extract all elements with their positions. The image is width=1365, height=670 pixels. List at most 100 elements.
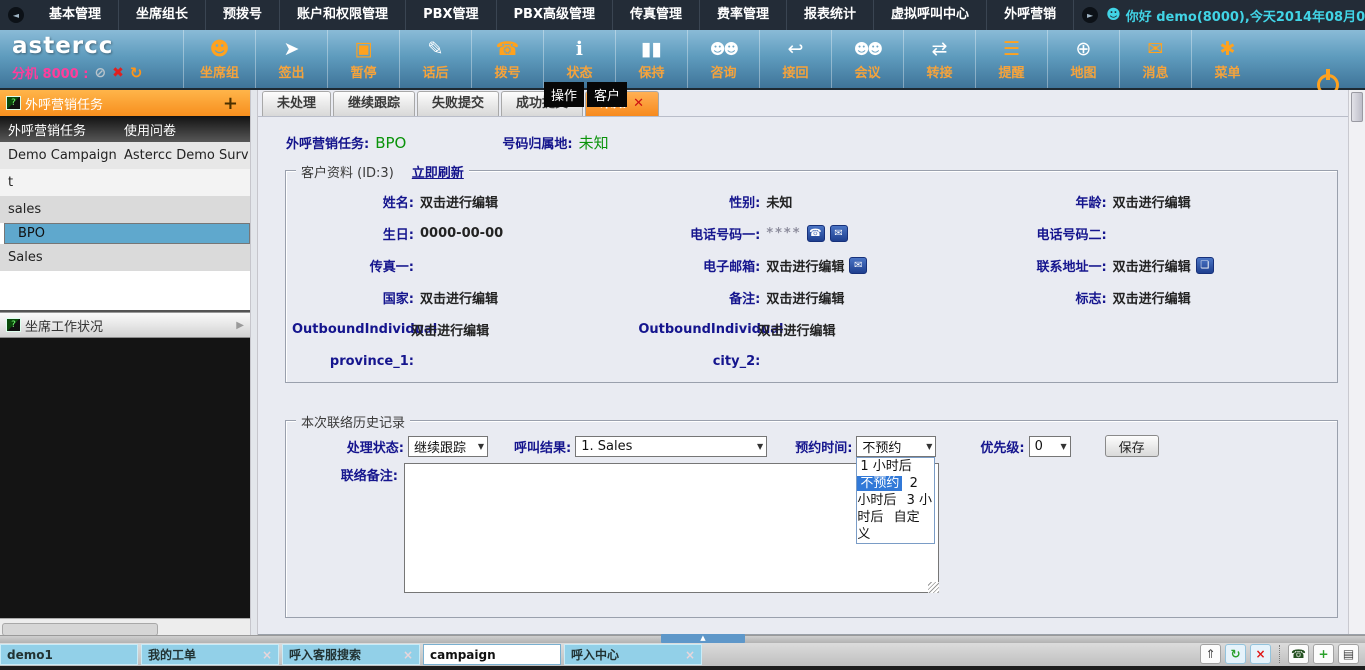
scrollbar-thumb[interactable]: [1351, 92, 1363, 122]
customer-legend: 客户资料 (ID:3): [301, 162, 394, 181]
toolbar-button-menu[interactable]: ✱ 菜单: [1191, 30, 1263, 88]
refresh-status-icon[interactable]: ↻: [130, 64, 143, 82]
agent-group-icon: ☻: [210, 37, 230, 59]
taskbar-tab-inbound-search[interactable]: 呼入客服搜索 ×: [282, 644, 420, 665]
schedule-option-1h[interactable]: 1 小时后: [857, 459, 914, 474]
menu-item-fax-mgmt[interactable]: 传真管理: [613, 0, 700, 30]
field-email[interactable]: 电子邮箱: 双击进行编辑 ✉: [638, 256, 984, 275]
tab-follow-up[interactable]: 继续跟踪: [333, 91, 415, 116]
status-select[interactable]: 继续跟踪 ▼: [408, 436, 488, 457]
campaign-row-demo-campaign[interactable]: Demo Campaign Astercc Demo Surv: [0, 142, 250, 169]
toolbar-button-retrieve[interactable]: ↩ 接回: [759, 30, 831, 88]
collapse-left-icon[interactable]: ◄: [8, 7, 24, 23]
field-phone2[interactable]: 电话号码二:: [985, 224, 1331, 243]
toolbar-button-sign-out[interactable]: ➤ 签出: [255, 30, 327, 88]
customer-fieldset: 客户资料 (ID:3) 立即刷新 姓名: 双击进行编辑 性别: 未知 年龄: 双…: [285, 170, 1338, 383]
campaign-row-t[interactable]: t: [0, 169, 250, 196]
collapse-panel-handle[interactable]: ▲: [661, 634, 745, 643]
chat-tray-icon[interactable]: ▤: [1338, 644, 1359, 664]
contact-note-label: 联络备注:: [308, 465, 398, 484]
field-country[interactable]: 国家: 双击进行编辑: [292, 288, 638, 307]
toolbar-button-map[interactable]: ⊕ 地图: [1047, 30, 1119, 88]
toolbar-button-after-call[interactable]: ✎ 话后: [399, 30, 471, 88]
menu-item-agent-leader[interactable]: 坐席组长: [119, 0, 206, 30]
campaign-table-header: 外呼营销任务 使用问卷: [0, 116, 250, 142]
close-icon[interactable]: ×: [685, 648, 695, 662]
block-status-icon[interactable]: ⊘: [94, 65, 106, 81]
hangup-icon[interactable]: ✖: [112, 65, 124, 81]
priority-select[interactable]: 0 ▼: [1029, 436, 1071, 457]
menu-item-rate-mgmt[interactable]: 费率管理: [700, 0, 787, 30]
phone-sms-icon[interactable]: ✉: [830, 225, 848, 242]
menu-item-account-permission[interactable]: 账户和权限管理: [280, 0, 406, 30]
campaign-row-bpo-selected[interactable]: BPO: [4, 223, 250, 244]
campaign-row-sales[interactable]: sales: [0, 196, 250, 223]
phone-tray-icon[interactable]: ☎: [1288, 644, 1309, 664]
toolbar-button-pause[interactable]: ▣ 暂停: [327, 30, 399, 88]
field-outbound-individual-1[interactable]: OutboundIndividual 双击进行编辑: [292, 320, 638, 339]
toolbar-button-hold[interactable]: ▮▮ 保持: [615, 30, 687, 88]
menu-item-basic-mgmt[interactable]: 基本管理: [32, 0, 119, 30]
menu-item-report-stats[interactable]: 报表统计: [787, 0, 874, 30]
expand-right-icon[interactable]: ►: [1082, 7, 1098, 23]
taskbar-tab-campaign-active[interactable]: campaign: [423, 644, 561, 665]
field-city2[interactable]: city_2:: [638, 354, 984, 369]
field-flag[interactable]: 标志: 双击进行编辑: [985, 288, 1331, 307]
menu-item-outbound-marketing[interactable]: 外呼营销: [987, 0, 1074, 30]
toolbar-button-consult[interactable]: ☻☻ 咨询: [687, 30, 759, 88]
toolbar-button-reminder[interactable]: ☰ 提醒: [975, 30, 1047, 88]
agent-status-panel-header[interactable]: ? 坐席工作状况 ▶: [0, 312, 250, 338]
close-icon[interactable]: ×: [403, 648, 413, 662]
toolbar-button-dial[interactable]: ☎ 拨号: [471, 30, 543, 88]
main-vertical-scrollbar[interactable]: [1348, 90, 1365, 634]
add-campaign-button[interactable]: +: [217, 93, 244, 114]
campaign-panel-header[interactable]: ? 外呼营销任务 +: [0, 90, 250, 116]
refresh-button[interactable]: ↻: [1225, 644, 1246, 664]
field-remark[interactable]: 备注: 双击进行编辑: [638, 288, 984, 307]
taskbar-tab-my-tickets[interactable]: 我的工单 ×: [141, 644, 279, 665]
menu-gear-icon: ✱: [1220, 37, 1236, 59]
panel-splitter[interactable]: [250, 90, 258, 640]
field-outbound-individual-2[interactable]: OutboundIndividual 双击进行编辑: [638, 320, 984, 339]
toolbar-button-agent-group[interactable]: ☻ 坐席组: [183, 30, 255, 88]
column-header-task: 外呼营销任务: [0, 120, 122, 139]
toolbar-button-transfer[interactable]: ⇄ 转接: [903, 30, 975, 88]
close-all-button[interactable]: ×: [1250, 644, 1271, 664]
save-button[interactable]: 保存: [1105, 435, 1159, 457]
textarea-resize-handle[interactable]: [928, 582, 939, 593]
dial-phone-icon: ☎: [496, 37, 520, 59]
schedule-label: 预约时间:: [795, 437, 852, 456]
phone-call-icon[interactable]: ☎: [807, 225, 825, 242]
add-tray-button[interactable]: +: [1313, 644, 1334, 664]
field-age[interactable]: 年龄: 双击进行编辑: [985, 192, 1331, 211]
menu-item-pbx-mgmt[interactable]: PBX管理: [406, 0, 496, 30]
tab-close-icon[interactable]: ✕: [633, 92, 644, 116]
tab-failed-submit[interactable]: 失败提交: [417, 91, 499, 116]
schedule-select[interactable]: 不预约 ▼ 1 小时后 不预约 2 小时后 3 小时后 自定义: [856, 436, 936, 457]
collapse-up-button[interactable]: ⇑: [1200, 644, 1221, 664]
schedule-option-none-selected[interactable]: 不预约: [857, 476, 902, 491]
campaign-value: BPO: [375, 134, 406, 152]
copy-address-icon[interactable]: ❏: [1196, 257, 1214, 274]
close-icon[interactable]: ×: [262, 648, 272, 662]
taskbar-tab-demo1[interactable]: demo1: [0, 644, 138, 665]
toolbar-button-status[interactable]: ℹ 状态: [543, 30, 615, 88]
send-email-icon[interactable]: ✉: [849, 257, 867, 274]
field-address1[interactable]: 联系地址一: 双击进行编辑 ❏: [985, 256, 1331, 275]
refresh-now-link[interactable]: 立即刷新: [412, 162, 464, 181]
field-phone1[interactable]: 电话号码一: **** ☎ ✉: [638, 224, 984, 243]
call-result-select[interactable]: 1. Sales ▼: [575, 436, 767, 457]
field-name[interactable]: 姓名: 双击进行编辑: [292, 192, 638, 211]
toolbar-button-message[interactable]: ✉ 消息: [1119, 30, 1191, 88]
taskbar-tab-inbound-center[interactable]: 呼入中心 ×: [564, 644, 702, 665]
toolbar-button-conference[interactable]: ☻☻ 会议: [831, 30, 903, 88]
campaign-row-sales2[interactable]: Sales: [0, 244, 250, 271]
field-birthday[interactable]: 生日: 0000-00-00: [292, 224, 638, 243]
menu-item-virtual-callcenter[interactable]: 虚拟呼叫中心: [874, 0, 987, 30]
menu-item-pbx-advanced[interactable]: PBX高级管理: [497, 0, 613, 30]
menu-item-predial[interactable]: 预拨号: [206, 0, 280, 30]
field-fax1[interactable]: 传真一:: [292, 256, 638, 275]
tab-unprocessed[interactable]: 未处理: [262, 91, 331, 116]
field-province1[interactable]: province_1:: [292, 354, 638, 369]
field-gender[interactable]: 性别: 未知: [638, 192, 984, 211]
